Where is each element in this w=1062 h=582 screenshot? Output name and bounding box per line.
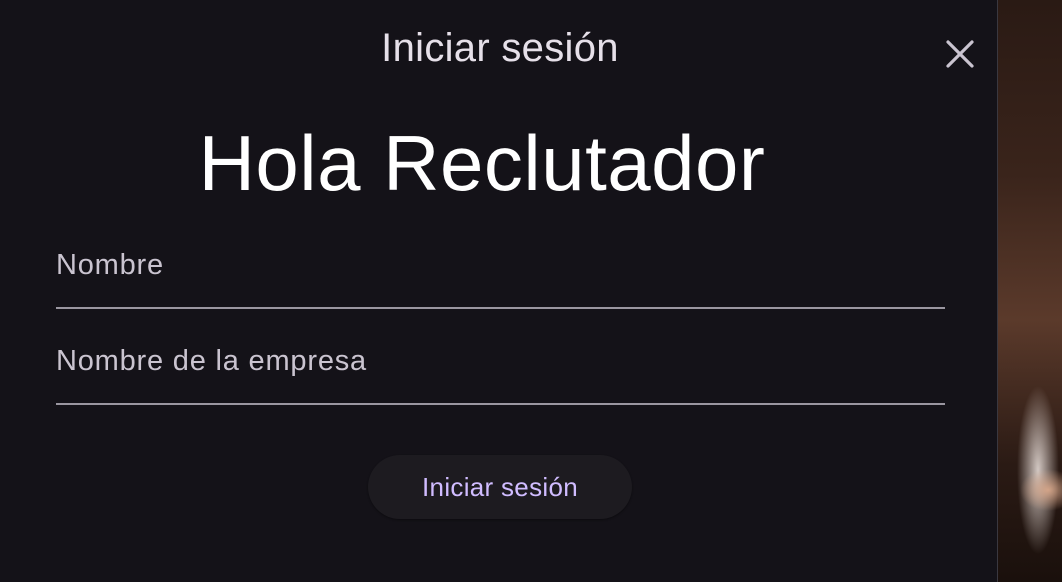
name-field[interactable]: Nombre bbox=[56, 241, 945, 309]
login-button[interactable]: Iniciar sesión bbox=[368, 455, 632, 519]
dialog-title: Iniciar sesión bbox=[381, 26, 619, 70]
login-dialog: Iniciar sesión Hola Reclutador Nombre No… bbox=[0, 0, 998, 582]
name-input[interactable] bbox=[56, 241, 945, 307]
dialog-header: Iniciar sesión bbox=[0, 22, 998, 82]
close-icon bbox=[945, 39, 975, 69]
greeting-heading: Hola Reclutador bbox=[198, 119, 766, 207]
company-name-field[interactable]: Nombre de la empresa bbox=[56, 337, 945, 405]
close-button[interactable] bbox=[938, 32, 982, 76]
background-photo bbox=[998, 0, 1062, 582]
company-name-input[interactable] bbox=[56, 337, 945, 403]
